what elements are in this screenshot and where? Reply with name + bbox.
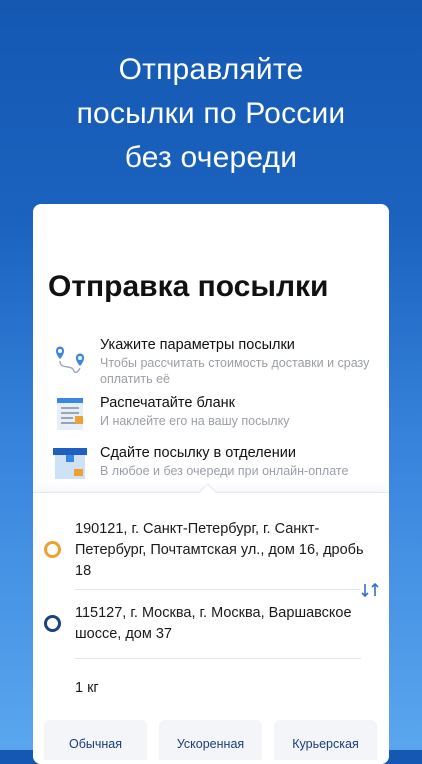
delivery-type-tabs: Обычная Ускоренная Курьерская bbox=[44, 720, 378, 760]
parcel-box-icon bbox=[53, 448, 87, 479]
weight-field[interactable]: 1 кг bbox=[75, 680, 99, 696]
step-drop-off: Сдайте посылку в отделении В любое и без… bbox=[50, 444, 380, 494]
step-subtitle: И наклейте его на вашу посылку bbox=[100, 414, 290, 428]
hero-headline: Отправляйте посылки по России без очеред… bbox=[0, 48, 422, 180]
step-subtitle: Чтобы рассчитать стоимость доставки и ср… bbox=[100, 356, 370, 386]
tab-courier[interactable]: Курьерская bbox=[274, 720, 377, 760]
divider bbox=[75, 658, 361, 659]
step-title: Сдайте посылку в отделении bbox=[100, 445, 296, 461]
origin-marker-icon bbox=[44, 541, 61, 558]
step-title: Укажите параметры посылки bbox=[100, 337, 295, 353]
hero-line-3: без очереди bbox=[124, 141, 298, 174]
step-print: Распечатайте бланк И наклейте его на ваш… bbox=[50, 394, 380, 444]
map-route-icon bbox=[56, 346, 84, 374]
swap-addresses-icon[interactable] bbox=[359, 581, 381, 599]
tab-regular[interactable]: Обычная bbox=[44, 720, 147, 760]
card-title: Отправка посылки bbox=[48, 270, 329, 303]
hero-line-2: посылки по России bbox=[76, 97, 346, 130]
tab-express[interactable]: Ускоренная bbox=[159, 720, 262, 760]
parcel-card: Отправка посылки Укажите параметры посыл… bbox=[33, 204, 389, 764]
divider bbox=[75, 589, 361, 590]
step-parameters: Укажите параметры посылки Чтобы рассчита… bbox=[50, 336, 380, 386]
from-address-field[interactable]: 190121, г. Санкт-Петербург, г. Санкт-Пет… bbox=[75, 519, 365, 582]
printed-form-icon bbox=[57, 398, 83, 430]
hero-line-1: Отправляйте bbox=[118, 53, 304, 86]
to-address-field[interactable]: 115127, г. Москва, г. Москва, Варшавское… bbox=[75, 603, 365, 645]
step-title: Распечатайте бланк bbox=[100, 395, 235, 411]
step-subtitle: В любое и без очереди при онлайн-оплате bbox=[100, 464, 349, 478]
destination-marker-icon bbox=[44, 615, 61, 632]
